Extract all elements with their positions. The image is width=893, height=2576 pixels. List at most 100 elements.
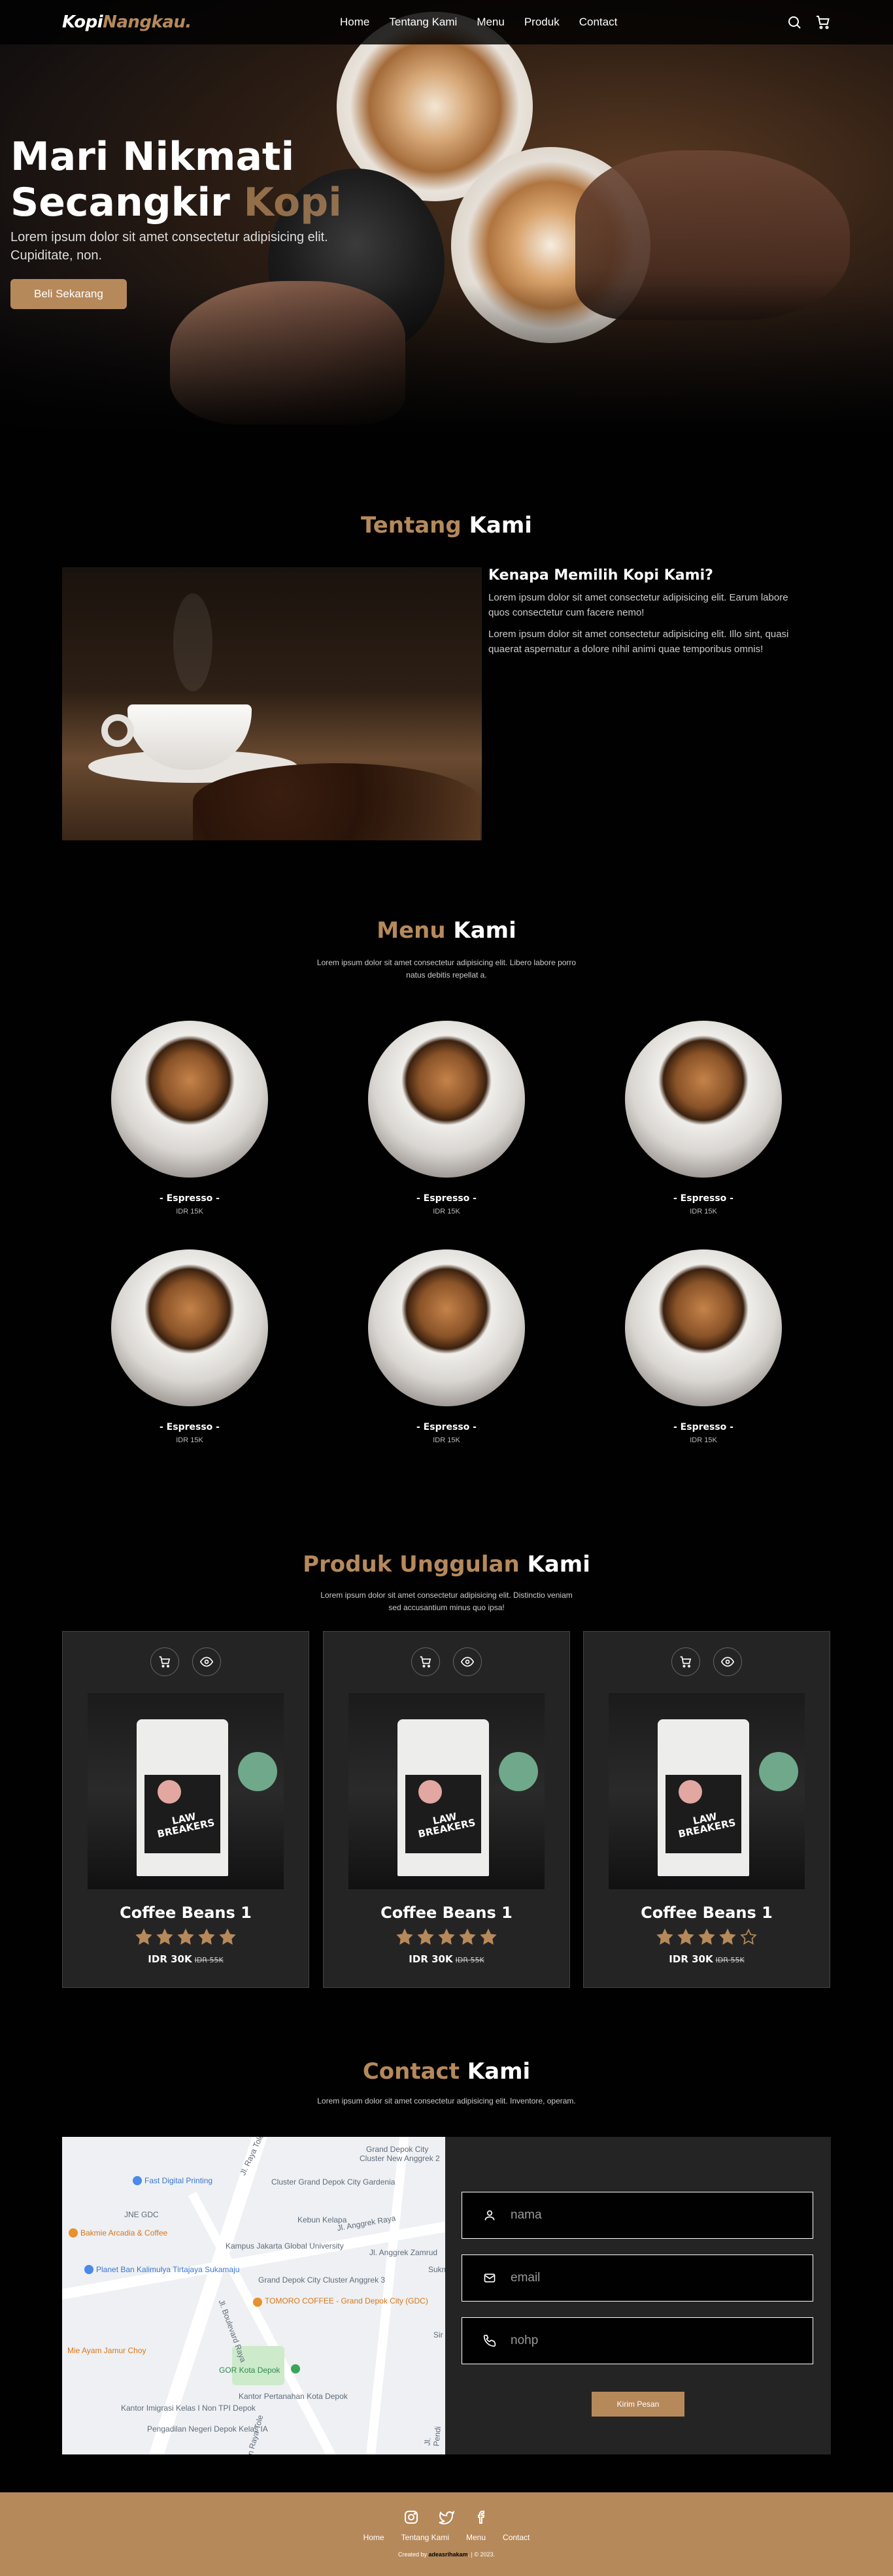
map-label: Jl. Anggrek Zamrud (369, 2248, 438, 2257)
map-label: Pengadilan Negeri Depok Kelas IA (147, 2424, 268, 2434)
map-label: Jl. Pendi (422, 2426, 443, 2447)
map-label: Cluster New Anggrek 2 (360, 2154, 440, 2163)
hero-section: Mari Nikmati Secangkir Kopi Lorem ipsum … (0, 0, 893, 437)
view-detail-button[interactable] (713, 1647, 742, 1676)
product-image-mug (759, 1752, 798, 1791)
menu-card[interactable]: - Espresso - IDR 15K (92, 1021, 288, 1215)
star-filled-icon (480, 1928, 497, 1945)
menu-card-name: - Espresso - (160, 1422, 220, 1432)
nav-link-contact[interactable]: Contact (579, 16, 618, 29)
product-actions (584, 1647, 830, 1676)
footer-link-tentang-kami[interactable]: Tentang Kami (401, 2533, 449, 2542)
credit-suffix: . | © 2023. (467, 2551, 496, 2558)
about-title-accent: Tentang (361, 512, 462, 538)
map-label: Sir (433, 2330, 443, 2339)
menu-card-image (111, 1021, 268, 1178)
email-input[interactable] (511, 2271, 798, 2285)
menu-card[interactable]: - Espresso - IDR 15K (92, 1249, 288, 1444)
menu-card-price: IDR 15K (690, 1436, 717, 1444)
facebook-icon[interactable] (474, 2509, 490, 2525)
map-label: Mie Ayam Jamur Choy (67, 2346, 146, 2355)
menu-card-image (625, 1021, 782, 1178)
product-card: LAW BREAKERS Coffee Beans 1 IDR 30K IDR 5… (323, 1631, 570, 1988)
product-image-bag: LAW BREAKERS (658, 1719, 749, 1876)
about-title-main: Kami (461, 512, 532, 538)
phone-input[interactable] (511, 2334, 798, 2348)
credit-author-link[interactable]: adeasrihakam (428, 2551, 467, 2558)
menu-card-price: IDR 15K (690, 1208, 717, 1215)
nav-link-produk[interactable]: Produk (524, 16, 560, 29)
product-price: IDR 30K IDR 55K (584, 1953, 830, 1965)
menu-card-price: IDR 15K (176, 1436, 203, 1444)
eye-icon (200, 1657, 213, 1667)
nav-link-home[interactable]: Home (340, 16, 369, 29)
twitter-icon[interactable] (439, 2509, 454, 2525)
email-field (462, 2254, 813, 2302)
product-rating (584, 1928, 830, 1945)
menu-card-image (368, 1021, 525, 1178)
footer-link-menu[interactable]: Menu (466, 2533, 486, 2542)
product-price-current: IDR 30K (409, 1953, 453, 1965)
map-road (188, 2191, 338, 2454)
menu-card-name: - Espresso - (673, 1193, 733, 1204)
product-bag-label: LAW BREAKERS (144, 1775, 220, 1853)
map-label: Kantor Pertanahan Kota Depok (239, 2392, 348, 2401)
nav-icons (786, 14, 831, 30)
product-card: LAW BREAKERS Coffee Beans 1 IDR 30K IDR 5… (583, 1631, 830, 1988)
send-message-button[interactable]: Kirim Pesan (592, 2392, 684, 2417)
product-actions (324, 1647, 569, 1676)
products-title-accent: Produk Unggulan (303, 1551, 520, 1577)
menu-card-name: - Espresso - (416, 1422, 477, 1432)
logo[interactable]: KopiNangkau. (62, 12, 192, 32)
product-price-old: IDR 55K (194, 1956, 224, 1964)
add-to-cart-button[interactable] (150, 1647, 179, 1676)
map-label: Jalan Raya Tole (241, 2414, 265, 2454)
menu-card[interactable]: - Espresso - IDR 15K (348, 1021, 545, 1215)
product-bag-label: LAW BREAKERS (666, 1775, 741, 1853)
footer-credit: Created by adeasrihakam. | © 2023. (0, 2551, 893, 2558)
nav-link-menu[interactable]: Menu (477, 16, 505, 29)
menu-card-image (625, 1249, 782, 1406)
name-input[interactable] (511, 2208, 798, 2222)
map-pin (84, 2265, 93, 2274)
hero-title: Mari Nikmati Secangkir Kopi (10, 134, 363, 225)
product-price-old: IDR 55K (715, 1956, 745, 1964)
view-detail-button[interactable] (192, 1647, 221, 1676)
map[interactable]: Grand Depok City Cluster New Anggrek 2 F… (62, 2137, 445, 2454)
product-price: IDR 30K IDR 55K (63, 1953, 309, 1965)
menu-card[interactable]: - Espresso - IDR 15K (605, 1249, 801, 1444)
cart-icon[interactable] (815, 14, 831, 30)
product-bag-logo (158, 1780, 181, 1804)
footer-link-home[interactable]: Home (363, 2533, 384, 2542)
nav-links: Home Tentang Kami Menu Produk Contact (340, 16, 617, 29)
about-title: Tentang Kami (0, 512, 893, 538)
cart-icon (159, 1656, 171, 1668)
star-filled-icon (459, 1928, 476, 1945)
footer-link-contact[interactable]: Contact (503, 2533, 530, 2542)
instagram-icon[interactable] (403, 2509, 419, 2525)
map-label: Grand Depok City Cluster Anggrek 3 (258, 2275, 386, 2285)
star-empty-icon (740, 1928, 757, 1945)
product-price-current: IDR 30K (148, 1953, 192, 1965)
menu-card[interactable]: - Espresso - IDR 15K (605, 1021, 801, 1215)
view-detail-button[interactable] (453, 1647, 482, 1676)
hero-title-accent: Kopi (243, 180, 342, 225)
contact-description: Lorem ipsum dolor sit amet consectetur a… (317, 2096, 576, 2105)
map-pin (133, 2176, 142, 2185)
about-content: Kenapa Memilih Kopi Kami? Lorem ipsum do… (488, 567, 809, 663)
menu-card[interactable]: - Espresso - IDR 15K (348, 1249, 545, 1444)
product-name: Coffee Beans 1 (380, 1904, 513, 1922)
product-bag-label: LAW BREAKERS (405, 1775, 481, 1853)
map-label: Grand Depok City (366, 2145, 429, 2154)
search-icon[interactable] (786, 14, 802, 30)
add-to-cart-button[interactable] (671, 1647, 700, 1676)
menu-card-price: IDR 15K (433, 1208, 460, 1215)
about-image (62, 567, 482, 840)
menu-title: Menu Kami (0, 917, 893, 944)
buy-now-button[interactable]: Beli Sekarang (10, 279, 127, 309)
about-paragraph-1: Lorem ipsum dolor sit amet consectetur a… (488, 592, 788, 618)
product-bag-text: LAW BREAKERS (417, 1810, 477, 1840)
add-to-cart-button[interactable] (411, 1647, 440, 1676)
nav-link-tentang-kami[interactable]: Tentang Kami (389, 16, 457, 29)
map-label: JNE GDC (124, 2210, 159, 2219)
